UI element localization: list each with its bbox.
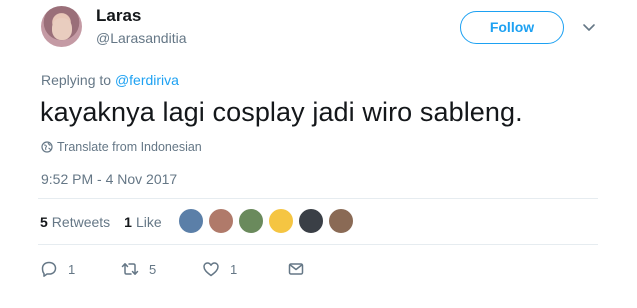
liker-avatar[interactable] [208, 208, 234, 234]
tweet-actions: 1 5 1 [40, 260, 305, 278]
retweets-stat[interactable]: 5 Retweets [40, 214, 110, 230]
replying-to: Replying to @ferdiriva [41, 72, 179, 88]
like-count: 1 [230, 261, 238, 277]
author-avatar[interactable] [41, 6, 82, 47]
retweets-count: 5 [40, 214, 48, 230]
retweet-icon [121, 263, 139, 275]
tweet-text: kayaknya lagi cosplay jadi wiro sableng. [40, 97, 523, 127]
author-name[interactable]: Laras [96, 6, 141, 26]
liker-avatar[interactable] [298, 208, 324, 234]
liker-avatar[interactable] [268, 208, 294, 234]
likes-label: Like [135, 214, 162, 230]
liker-avatar[interactable] [178, 208, 204, 234]
reply-count: 1 [68, 261, 76, 277]
envelope-icon [288, 263, 304, 275]
reply-mention-link[interactable]: @ferdiriva [115, 72, 179, 88]
heart-icon [203, 262, 219, 277]
retweets-label: Retweets [51, 214, 111, 230]
replying-prefix: Replying to [41, 72, 115, 88]
translate-label: Translate from Indonesian [57, 140, 202, 154]
reply-icon [41, 261, 57, 277]
tweet-stats: 5 Retweets 1 Like [40, 214, 176, 230]
likes-count: 1 [124, 214, 132, 230]
direct-message-action[interactable] [287, 260, 305, 278]
follow-button[interactable]: Follow [460, 11, 564, 44]
divider [38, 244, 598, 245]
tweet-timestamp[interactable]: 9:52 PM - 4 Nov 2017 [41, 171, 177, 187]
globe-icon [41, 141, 53, 153]
liker-avatar[interactable] [328, 208, 354, 234]
retweet-count: 5 [149, 261, 157, 277]
author-handle[interactable]: @Larasanditia [96, 30, 187, 46]
translate-link[interactable]: Translate from Indonesian [41, 140, 202, 154]
like-action[interactable]: 1 [202, 260, 287, 278]
liker-avatar[interactable] [238, 208, 264, 234]
chevron-down-icon[interactable] [582, 21, 596, 35]
reply-action[interactable]: 1 [40, 260, 121, 278]
liker-avatars [178, 208, 358, 234]
divider [38, 198, 598, 199]
likes-stat[interactable]: 1 Like [124, 214, 161, 230]
retweet-action[interactable]: 5 [121, 260, 202, 278]
